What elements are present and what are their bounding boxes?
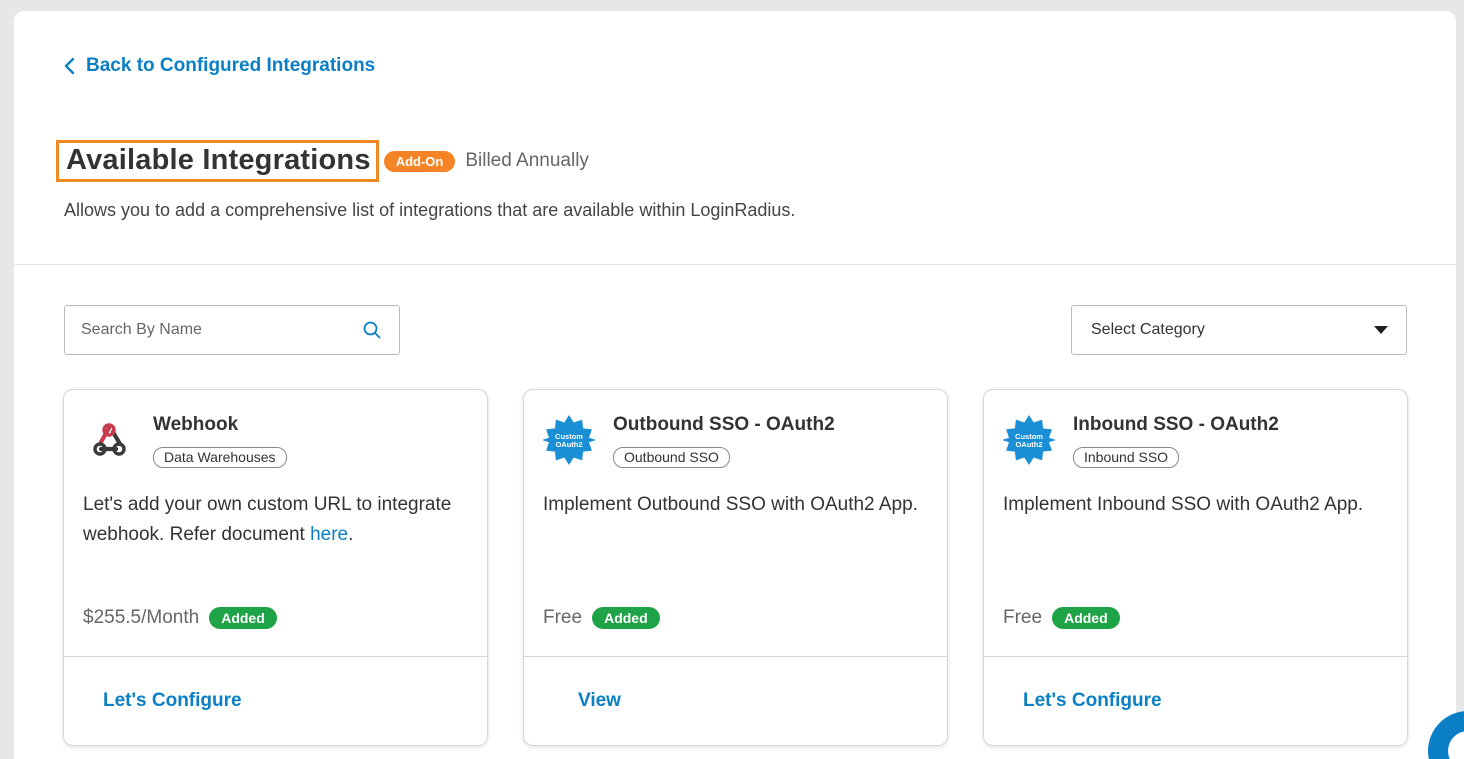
- page-title: Available Integrations: [56, 140, 379, 182]
- svg-text:OAuth2: OAuth2: [1015, 440, 1042, 449]
- card-title: Webhook: [153, 414, 239, 435]
- price-text: Free: [1003, 607, 1043, 628]
- integration-card-inbound-sso: Custom OAuth2 Inbound SSO - OAuth2 Inbou…: [983, 389, 1408, 746]
- price-text: $255.5/Month: [83, 607, 200, 628]
- page-description: Allows you to add a comprehensive list o…: [64, 200, 796, 220]
- back-to-configured-link[interactable]: Back to Configured Integrations: [64, 55, 375, 77]
- custom-oauth2-icon: Custom OAuth2: [1002, 413, 1056, 467]
- category-tag: Outbound SSO: [613, 447, 730, 468]
- chevron-left-icon: [64, 57, 75, 75]
- view-button[interactable]: View: [578, 690, 621, 712]
- back-link-label: Back to Configured Integrations: [86, 55, 376, 76]
- category-select-value: Select Category: [1091, 321, 1205, 338]
- integration-card-outbound-sso: Custom OAuth2 Outbound SSO - OAuth2 Outb…: [523, 389, 948, 746]
- integration-card-webhook: Webhook Data Warehouses Let's add your o…: [63, 389, 488, 746]
- added-badge: Added: [592, 607, 660, 629]
- card-title: Inbound SSO - OAuth2: [1073, 414, 1279, 435]
- search-input[interactable]: [81, 321, 341, 339]
- document-here-link[interactable]: here: [310, 524, 348, 545]
- category-select[interactable]: Select Category: [1071, 305, 1407, 355]
- price-row: Free Added: [1003, 607, 1120, 629]
- card-divider: [984, 656, 1407, 657]
- price-row: Free Added: [543, 607, 660, 629]
- addon-badge: Add-On: [383, 150, 456, 172]
- header-divider: [14, 264, 1456, 265]
- billing-text: Billed Annually: [465, 150, 589, 171]
- card-description: Implement Inbound SSO with OAuth2 App.: [1003, 494, 1364, 515]
- card-divider: [524, 656, 947, 657]
- price-row: $255.5/Month Added: [83, 607, 277, 629]
- card-description: Let's add your own custom URL to integra…: [83, 494, 452, 545]
- card-title: Outbound SSO - OAuth2: [613, 414, 835, 435]
- svg-text:OAuth2: OAuth2: [555, 440, 582, 449]
- custom-oauth2-icon: Custom OAuth2: [542, 413, 596, 467]
- category-tag: Inbound SSO: [1073, 447, 1180, 468]
- card-description: Implement Outbound SSO with OAuth2 App.: [543, 494, 918, 515]
- integrations-panel: Back to Configured Integrations Availabl…: [14, 11, 1456, 759]
- lets-configure-button[interactable]: Let's Configure: [1023, 690, 1162, 712]
- search-icon[interactable]: [363, 321, 381, 339]
- title-row: Available Integrations Add-On Billed Ann…: [56, 140, 589, 182]
- price-text: Free: [543, 607, 583, 628]
- category-tag: Data Warehouses: [153, 447, 287, 468]
- webhook-icon: [82, 413, 136, 467]
- added-badge: Added: [209, 607, 277, 629]
- added-badge: Added: [1052, 607, 1120, 629]
- lets-configure-button[interactable]: Let's Configure: [103, 690, 242, 712]
- caret-down-icon: [1374, 326, 1388, 334]
- card-divider: [64, 656, 487, 657]
- search-box[interactable]: [64, 305, 400, 355]
